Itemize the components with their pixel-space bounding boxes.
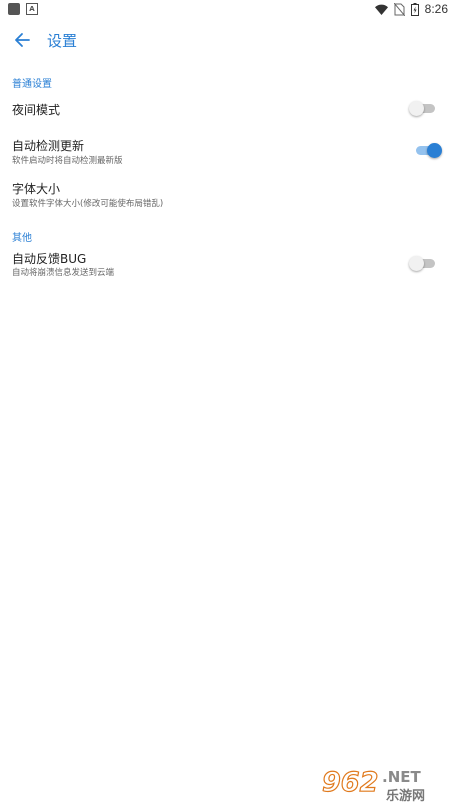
section-header-general: 普通设置 — [12, 79, 52, 90]
settings-screen: A 8:26 设置 普通设置 夜间模式 自动检测更新 软件启动时将自动检测最新版… — [0, 0, 456, 810]
pref-title-auto-update: 自动检测更新 — [12, 139, 85, 153]
pref-auto-update[interactable]: 自动检测更新 软件启动时将自动检测最新版 — [0, 130, 456, 170]
pref-bug-report[interactable]: 自动反馈BUG 自动将崩溃信息发送到云端 — [0, 244, 456, 284]
pref-title-bug-report: 自动反馈BUG — [12, 252, 87, 266]
watermark-number: 962 — [322, 767, 378, 798]
auto-update-switch[interactable] — [414, 142, 442, 160]
watermark-suffix: .NET — [382, 768, 421, 786]
status-time: 8:26 — [424, 2, 448, 16]
status-bar-left: A — [8, 3, 38, 15]
pref-night-mode[interactable]: 夜间模式 — [0, 92, 456, 126]
arrow-left-icon — [15, 33, 30, 47]
battery-icon — [410, 2, 419, 16]
status-bar-right: 8:26 — [374, 2, 448, 16]
watermark-caption: 乐游网 — [386, 788, 425, 804]
pref-summary-bug-report: 自动将崩溃信息发送到云端 — [12, 268, 115, 278]
pref-summary-font-size: 设置软件字体大小(修改可能使布局错乱) — [12, 199, 164, 209]
switch-thumb — [427, 143, 442, 158]
page-title: 设置 — [47, 32, 78, 50]
bug-report-switch[interactable] — [409, 255, 437, 273]
switch-thumb — [409, 256, 424, 271]
toolbar: 设置 — [0, 20, 456, 60]
status-bar: A 8:26 — [0, 0, 456, 20]
no-sim-icon — [393, 2, 405, 16]
pref-title-night-mode: 夜间模式 — [12, 103, 61, 117]
pref-title-font-size: 字体大小 — [12, 182, 61, 196]
watermark-logo: 962 .NET 乐游网 — [321, 766, 425, 804]
switch-thumb — [409, 101, 424, 116]
app-icon — [8, 3, 20, 15]
pref-font-size[interactable]: 字体大小 设置软件字体大小(修改可能使布局错乱) — [0, 173, 456, 213]
pref-summary-auto-update: 软件启动时将自动检测最新版 — [12, 156, 123, 166]
night-mode-switch[interactable] — [409, 100, 437, 118]
a-notification-icon: A — [26, 3, 38, 15]
back-button[interactable] — [10, 28, 34, 52]
wifi-icon — [374, 4, 388, 15]
section-header-other: 其他 — [12, 233, 32, 244]
